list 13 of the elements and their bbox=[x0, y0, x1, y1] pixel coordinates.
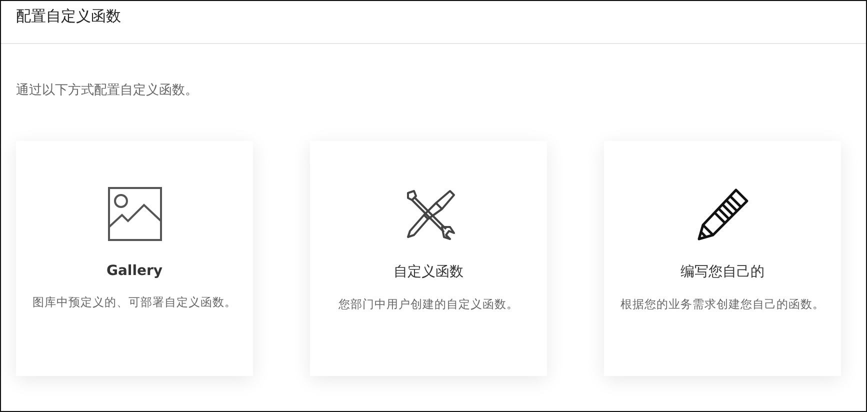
option-card[interactable]: 自定义函数 您部门中用户创建的自定义函数。 bbox=[310, 141, 547, 376]
card-title: 编写您自己的 bbox=[680, 263, 764, 281]
card-title: Gallery bbox=[106, 263, 163, 279]
page-title: 配置自定义函数 bbox=[16, 7, 122, 26]
card-description: 根据您的业务需求创建您自己的函数。 bbox=[620, 297, 824, 312]
option-card[interactable]: 编写您自己的 根据您的业务需求创建您自己的函数。 bbox=[604, 141, 841, 376]
intro-text: 通过以下方式配置自定义函数。 bbox=[15, 82, 199, 100]
card-title: 自定义函数 bbox=[394, 263, 464, 281]
card-description: 您部门中用户创建的自定义函数。 bbox=[338, 297, 518, 312]
card-description: 图库中预定义的、可部署自定义函数。 bbox=[32, 295, 236, 310]
pencil-icon bbox=[696, 187, 750, 241]
option-card[interactable]: Gallery 图库中预定义的、可部署自定义函数。 bbox=[16, 141, 253, 376]
image-icon bbox=[108, 187, 162, 241]
